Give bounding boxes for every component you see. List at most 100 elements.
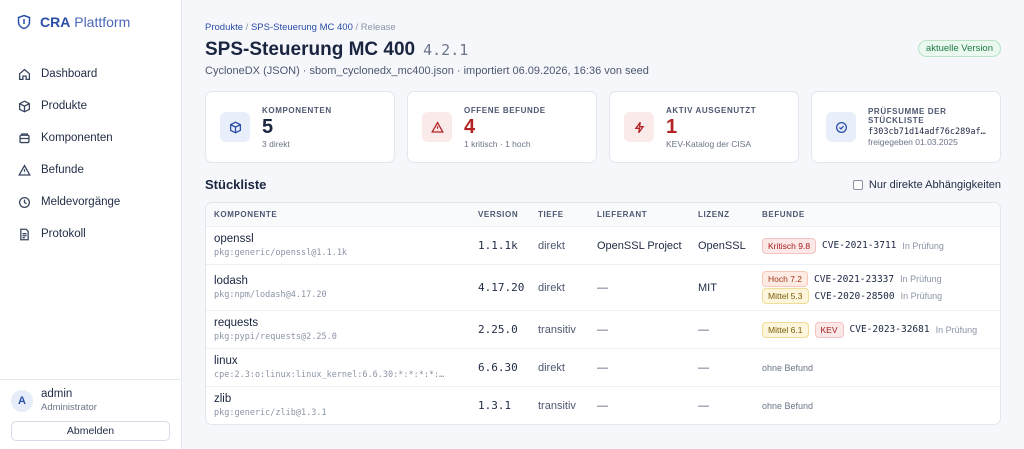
direct-only-label: Nur direkte Abhängigkeiten — [868, 178, 1001, 191]
finding[interactable]: Kritisch 9.8 CVE-2021-3711 In Prüfung — [762, 237, 1000, 254]
cve-id[interactable]: CVE-2021-3711 — [822, 240, 896, 251]
direct-only-filter[interactable]: Nur direkte Abhängigkeiten — [852, 178, 1001, 191]
breadcrumb-product[interactable]: SPS-Steuerung MC 400 — [251, 22, 353, 33]
table-row[interactable]: requests pkg:pypi/requests@2.25.0 2.25.0 … — [206, 310, 1000, 348]
warning-icon — [430, 120, 444, 133]
card-value: 5 — [262, 115, 274, 138]
component-purl: pkg:npm/lodash@4.17.20 — [214, 290, 327, 300]
severity-badge: Kritisch 9.8 — [762, 237, 817, 254]
finding[interactable]: Hoch 7.2 CVE-2021-23337 In Prüfung — [762, 271, 1000, 288]
table-row[interactable]: zlib pkg:generic/zlib@1.3.1 1.3.1 transit… — [206, 386, 1000, 424]
card-open-findings: OFFENE BEFUNDE 4 1 kritisch · 1 hoch — [407, 91, 597, 163]
table-row[interactable]: linux cpe:2.3:o:linux:linux_kernel:6.6.30… — [206, 348, 1000, 386]
document-icon — [20, 228, 29, 240]
component-version: 4.17.20 — [478, 281, 525, 294]
card-components: KOMPONENTEN 5 3 direkt — [205, 91, 395, 163]
cve-id[interactable]: CVE-2023-32681 — [850, 324, 930, 335]
sidebar-item-log[interactable]: Protokoll — [0, 218, 181, 250]
component-version: 6.6.30 — [478, 361, 518, 374]
card-label: OFFENE BEFUNDE — [464, 105, 546, 115]
component-license: OpenSSL — [698, 239, 746, 252]
component-supplier: — — [597, 399, 608, 412]
lightning-icon — [634, 121, 644, 133]
column-header[interactable]: VERSION — [470, 210, 530, 219]
component-name[interactable]: lodash — [214, 275, 470, 287]
logout-button[interactable]: Abmelden — [11, 421, 170, 441]
no-findings: ohne Befund — [762, 400, 814, 411]
sidebar-item-label: Protokoll — [41, 228, 86, 240]
component-depth: transitiv — [538, 399, 576, 412]
app-logo[interactable]: CRA Plattform — [0, 0, 181, 44]
component-name[interactable]: zlib — [214, 393, 470, 405]
sidebar-item-dashboard[interactable]: Dashboard — [0, 58, 181, 90]
finding[interactable]: Mittel 5.3 CVE-2020-28500 In Prüfung — [762, 288, 1000, 305]
sidebar-item-label: Befunde — [41, 164, 84, 176]
kev-badge: KEV — [814, 321, 844, 338]
table-row[interactable]: openssl pkg:generic/openssl@1.1.1k 1.1.1k… — [206, 226, 1000, 264]
component-depth: direkt — [538, 361, 565, 374]
check-circle-icon — [835, 121, 847, 133]
severity-badge: Mittel 5.3 — [762, 288, 809, 304]
component-name[interactable]: requests — [214, 317, 470, 329]
component-license: — — [698, 399, 709, 412]
box-icon — [18, 99, 31, 113]
component-version: 2.25.0 — [478, 323, 518, 336]
checksum-value: f303cb71d14adf76c289afc… — [868, 127, 990, 137]
sidebar-item-findings[interactable]: Befunde — [0, 154, 181, 186]
breadcrumb-products[interactable]: Produkte — [205, 22, 243, 33]
main-content: Produkte / SPS-Steuerung MC 400 / Releas… — [182, 0, 1024, 449]
finding-status: In Prüfung — [935, 324, 978, 335]
finding[interactable]: Mittel 6.1 KEV CVE-2023-32681 In Prüfung — [762, 321, 1000, 338]
card-sub: 1 kritisch · 1 hoch — [464, 138, 531, 149]
component-purl: pkg:generic/openssl@1.1.1k — [214, 248, 348, 258]
component-purl: cpe:2.3:o:linux:linux_kernel:6.6.30:*:*:… — [214, 370, 446, 380]
column-header[interactable]: LIZENZ — [690, 210, 754, 219]
column-header[interactable]: BEFUNDE — [754, 210, 1000, 219]
sidebar-item-label: Dashboard — [41, 68, 98, 80]
cve-id[interactable]: CVE-2021-23337 — [814, 274, 894, 285]
table-row[interactable]: lodash pkg:npm/lodash@4.17.20 4.17.20 dir… — [206, 264, 1000, 310]
release-version: 4.2.1 — [423, 41, 469, 59]
breadcrumb: Produkte / SPS-Steuerung MC 400 / Releas… — [205, 22, 396, 33]
home-icon — [18, 68, 31, 80]
card-value: 1 — [666, 115, 678, 138]
avatar: A — [11, 389, 33, 412]
column-header[interactable]: TIEFE — [530, 210, 589, 219]
sidebar-item-label: Komponenten — [41, 132, 113, 144]
card-label: AKTIV AUSGENUTZT — [666, 105, 757, 115]
bom-table: KOMPONENTE VERSION TIEFE LIEFERANT LIZEN… — [205, 202, 1001, 425]
user-panel: A admin Administrator Abmelden — [0, 379, 181, 449]
component-depth: transitiv — [538, 323, 576, 336]
sidebar-item-label: Meldevorgänge — [41, 196, 121, 208]
card-label: PRÜFSUMME DER STÜCKLISTE — [868, 107, 947, 125]
card-value: 4 — [464, 115, 476, 138]
page-title: SPS-Steuerung MC 400 — [205, 39, 416, 60]
finding-status: In Prüfung — [900, 291, 943, 301]
box-icon — [229, 120, 241, 134]
breadcrumb-current: Release — [360, 22, 396, 33]
column-header[interactable]: KOMPONENTE — [206, 210, 470, 219]
component-license: — — [698, 323, 709, 336]
sidebar-item-products[interactable]: Produkte — [0, 90, 181, 122]
component-supplier: — — [597, 361, 608, 374]
no-findings: ohne Befund — [762, 362, 814, 373]
cve-id[interactable]: CVE-2020-28500 — [815, 291, 895, 302]
component-depth: direkt — [538, 281, 565, 294]
column-header[interactable]: LIEFERANT — [589, 210, 690, 219]
direct-only-checkbox[interactable] — [852, 179, 863, 190]
component-purl: pkg:generic/zlib@1.3.1 — [214, 408, 327, 418]
current-version-badge: aktuelle Version — [917, 40, 1001, 57]
sidebar-item-reports[interactable]: Meldevorgänge — [0, 186, 181, 218]
finding-status: In Prüfung — [902, 240, 944, 251]
sidebar-item-components[interactable]: Komponenten — [0, 122, 181, 154]
component-version: 1.3.1 — [478, 399, 512, 412]
layers-icon — [19, 132, 30, 143]
card-actively-exploited: AKTIV AUSGENUTZT 1 KEV-Katalog der CISA — [609, 91, 799, 163]
component-supplier: — — [597, 323, 608, 336]
component-name[interactable]: openssl — [214, 233, 470, 245]
component-supplier: OpenSSL Project — [597, 239, 682, 252]
sidebar-item-label: Produkte — [41, 100, 88, 112]
card-sub: 3 direkt — [262, 138, 290, 149]
component-name[interactable]: linux — [214, 355, 470, 367]
component-depth: direkt — [538, 239, 565, 252]
